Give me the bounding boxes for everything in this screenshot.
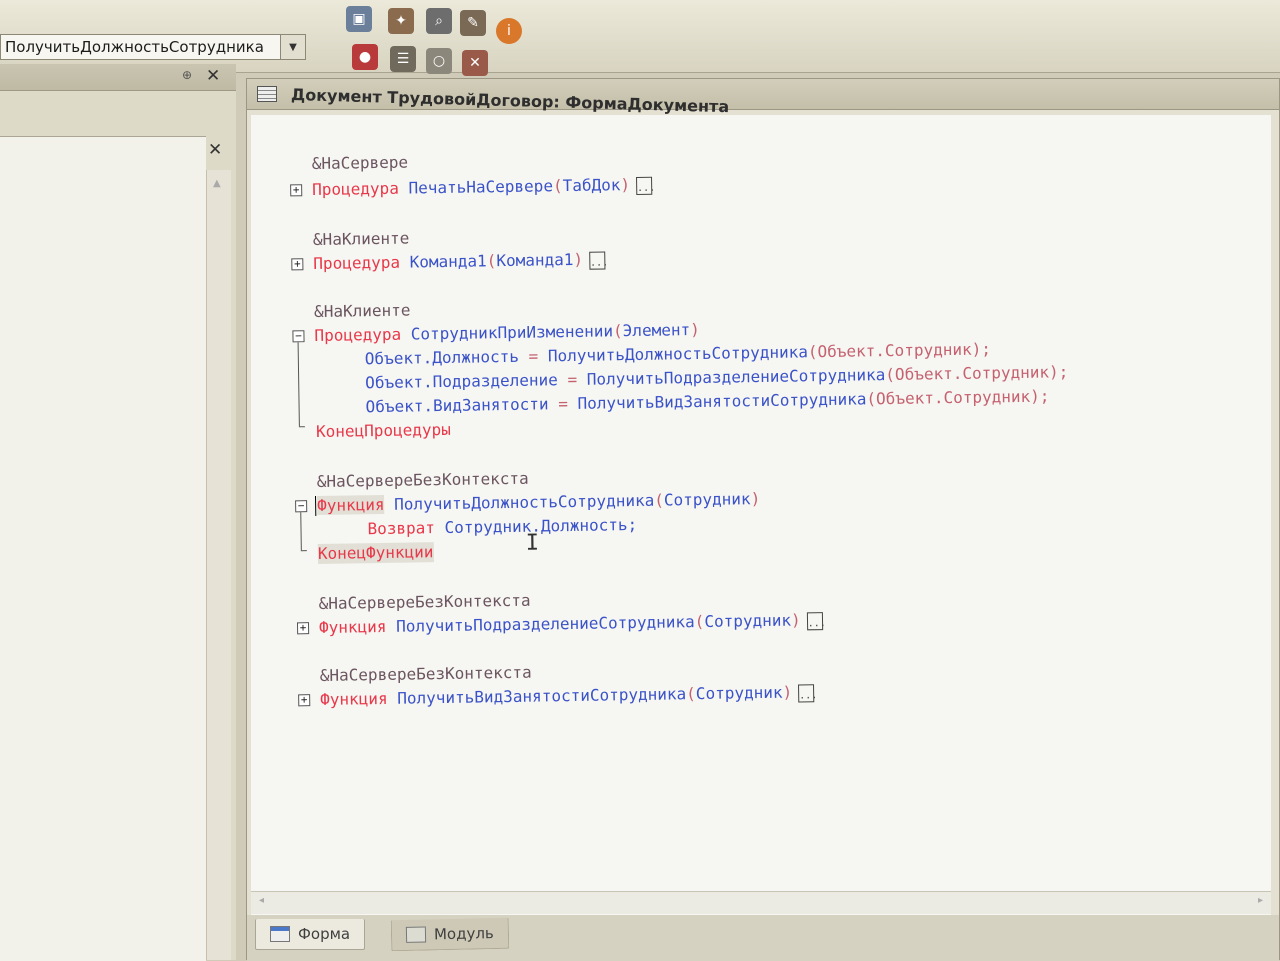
code-content: &НаСервере + Процедура ПечатьНаСервере(Т…: [251, 99, 1263, 915]
fold-guide-end: [298, 426, 305, 428]
code-line: Процедура СотрудникПриИзменении(Элемент): [314, 319, 700, 346]
breakpoints-list-icon[interactable]: ☰: [390, 46, 416, 72]
tab-label: Модуль: [433, 924, 494, 944]
fold-guide: [300, 512, 302, 551]
code-line: Возврат Сотрудник.Должность;: [367, 514, 638, 539]
wizard-icon[interactable]: ✦: [388, 8, 414, 34]
scroll-left-icon[interactable]: ◂: [259, 895, 264, 906]
mouse-ibeam-icon: I: [525, 530, 540, 556]
code-editor[interactable]: &НаСервере + Процедура ПечатьНаСервере(Т…: [251, 115, 1271, 925]
find-icon[interactable]: ⌕: [426, 8, 452, 34]
horizontal-scrollbar[interactable]: ◂ ▸: [251, 891, 1271, 914]
code-line: КонецФункции: [317, 542, 434, 565]
left-panel-scrollbar[interactable]: ▲: [206, 170, 231, 960]
left-panel-list[interactable]: [0, 136, 206, 961]
code-line: Функция ПолучитьДолжностьСотрудника(Сотр…: [316, 489, 761, 516]
annotation: &НаКлиенте: [313, 300, 411, 322]
method-combo-value: ПолучитьДолжностьСотрудника: [5, 38, 264, 56]
properties-icon[interactable]: ✎: [460, 10, 486, 36]
collapsed-block-icon[interactable]: ...: [635, 176, 655, 195]
inner-close-icon[interactable]: ✕: [208, 140, 222, 160]
tab-label: Форма: [298, 925, 351, 943]
fold-expand-icon[interactable]: +: [296, 621, 310, 635]
code-line: Процедура ПечатьНаСервере(ТабДок)...: [312, 175, 656, 200]
main-toolbar: ПолучитьДолжностьСотрудника ▼ ▣ ✦ ⌕ ✎ i …: [0, 0, 1280, 76]
add-breakpoint-icon[interactable]: ●: [352, 44, 378, 70]
editor-window: Документ ТрудовойДоговор: ФормаДокумента…: [246, 78, 1280, 961]
fold-expand-icon[interactable]: +: [298, 693, 311, 707]
editor-tabs: Форма Модуль: [247, 915, 1279, 961]
annotation: &НаСервереБезКонтекста: [319, 662, 532, 685]
form-icon: [270, 926, 290, 942]
clear-breakpoints-icon[interactable]: ✕: [462, 50, 488, 76]
module-icon: [257, 86, 277, 102]
module-icon: [405, 926, 427, 943]
code-line: Функция ПолучитьВидЗанятостиСотрудника(С…: [320, 682, 818, 709]
fold-expand-icon[interactable]: +: [290, 183, 303, 197]
collapsed-block-icon[interactable]: ...: [798, 683, 817, 702]
tab-form[interactable]: Форма: [255, 919, 366, 950]
method-combo[interactable]: ПолучитьДолжностьСотрудника ▼: [0, 34, 306, 60]
code-line: Функция ПолучитьПодразделениеСотрудника(…: [318, 610, 826, 637]
fold-guide-end: [300, 550, 307, 552]
tab-module[interactable]: Модуль: [390, 917, 510, 952]
pin-icon[interactable]: ⊕: [182, 68, 192, 82]
scroll-right-icon[interactable]: ▸: [1258, 895, 1263, 906]
fold-collapse-icon[interactable]: −: [292, 329, 305, 343]
combo-dropdown-button[interactable]: ▼: [280, 35, 305, 59]
left-panel: ⊕ ✕ ✕ ▲: [0, 64, 236, 961]
annotation: &НаСервереБезКонтекста: [316, 468, 529, 492]
fold-expand-icon[interactable]: +: [291, 257, 304, 271]
code-line: Процедура Команда1(Команда1)...: [313, 249, 609, 274]
fold-guide: [297, 342, 300, 427]
info-icon[interactable]: i: [496, 18, 522, 44]
annotation: &НаСервереБезКонтекста: [318, 590, 531, 613]
fold-collapse-icon[interactable]: −: [295, 499, 308, 513]
annotation: &НаКлиенте: [312, 228, 410, 250]
collapsed-block-icon[interactable]: ...: [806, 611, 826, 630]
code-line: КонецПроцедуры: [315, 419, 451, 442]
annotation: &НаСервере: [311, 152, 409, 174]
collapsed-block-icon[interactable]: ...: [588, 250, 608, 270]
close-icon[interactable]: ✕: [206, 66, 220, 86]
window-icon[interactable]: ▣: [346, 6, 372, 32]
left-panel-header: ⊕ ✕: [0, 64, 236, 91]
scroll-up-icon[interactable]: ▲: [213, 178, 221, 189]
disable-breakpoint-icon[interactable]: ○: [426, 48, 452, 74]
